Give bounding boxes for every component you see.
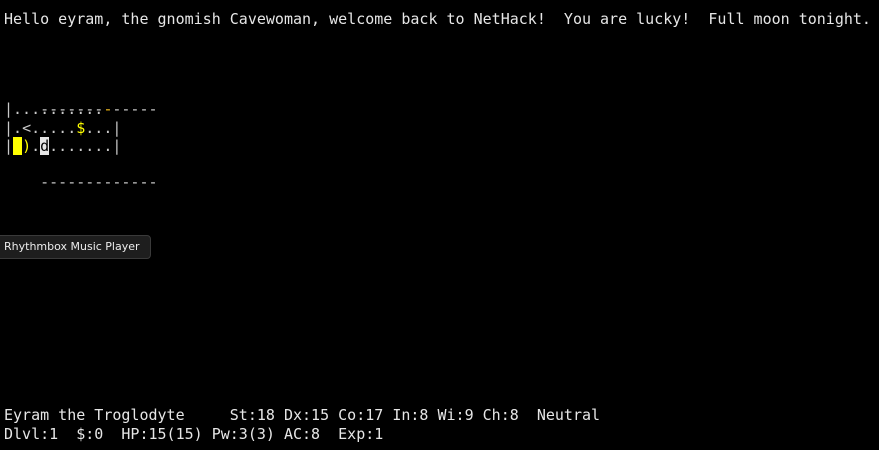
map-top-wall: -------------	[4, 82, 157, 118]
status-line-2: Dlvl:1 $:0 HP:15(15) Pw:3(3) AC:8 Exp:1	[4, 425, 384, 443]
player-cursor: @	[13, 137, 23, 155]
terminal-screen[interactable]: Hello eyram, the gnomish Cavewoman, welc…	[0, 0, 879, 450]
map-door: -	[103, 100, 113, 118]
map-wall-left: |	[4, 137, 14, 155]
map-floor: .....	[31, 119, 77, 137]
map-row-3: |@).d.......|	[4, 137, 121, 155]
map-gold: $	[76, 119, 86, 137]
map-wall-right: |	[112, 119, 122, 137]
map-floor: ...	[85, 119, 113, 137]
status-line-1: Eyram the Troglodyte St:18 Dx:15 Co:17 I…	[4, 406, 601, 424]
map-wall-bottom: -------------	[40, 173, 158, 191]
pet-dog: d	[40, 137, 50, 155]
map-floor: ..........	[13, 100, 104, 118]
map-floor: .	[31, 137, 41, 155]
map-wall-left: |	[4, 119, 14, 137]
map-floor: .......	[49, 137, 113, 155]
map-wall-left: |	[4, 100, 14, 118]
map-bottom-wall: -------------	[4, 155, 157, 191]
map-row-2: |.<.....$...|	[4, 119, 121, 137]
map-wall-right: |	[112, 137, 122, 155]
taskbar-tooltip: Rhythmbox Music Player	[0, 235, 151, 259]
message-line: Hello eyram, the gnomish Cavewoman, welc…	[4, 10, 871, 28]
map-upstairs: <	[22, 119, 32, 137]
map-weapon-item: )	[22, 137, 32, 155]
map-floor: .	[13, 119, 23, 137]
map-row-1: |..........-	[4, 100, 112, 118]
